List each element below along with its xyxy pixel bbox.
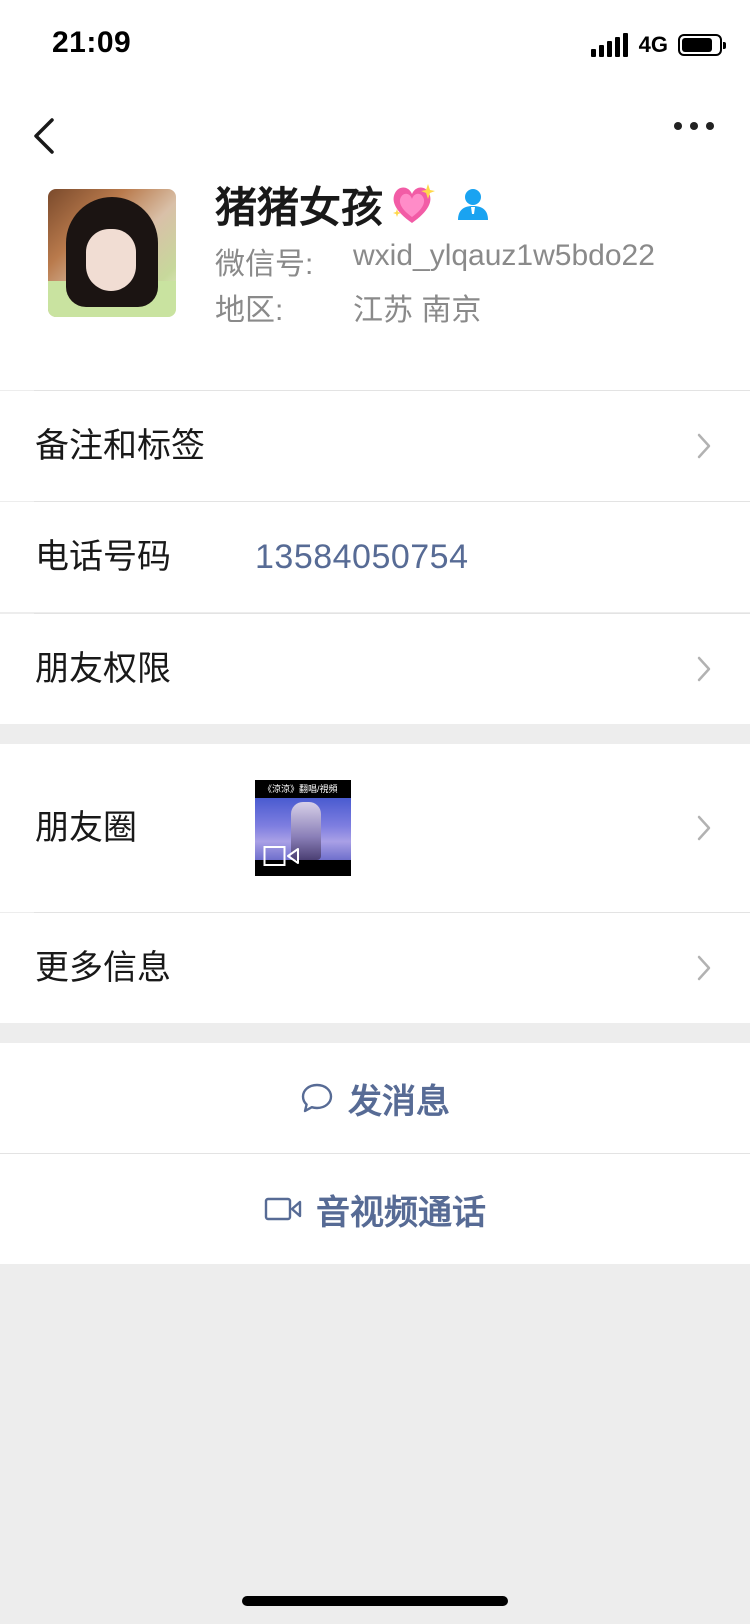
phone-value[interactable]: 13584050754 [255,502,469,612]
moments-thumbnail[interactable]: 《涼涼》翻唱/視頻 [255,780,351,876]
wechat-id-label: 微信号: [215,248,314,281]
moments-thumbnail-caption: 《涼涼》翻唱/視頻 [263,784,338,794]
region-row: 地区: 江苏 南京 [215,285,481,329]
chat-bubble-icon [301,1083,333,1113]
status-indicators: 4G [590,30,726,60]
remarks-tags-label: 备注和标签 [35,427,205,465]
av-call-label: 音视频通话 [316,1193,486,1232]
more-info-row[interactable]: 更多信息 [0,913,750,1023]
remarks-tags-row[interactable]: 备注和标签 [0,391,750,501]
moments-label: 朋友圈 [35,809,137,847]
wechat-id-row: 微信号: wxid_ylqauz1w5bdo22 [215,239,655,283]
chevron-right-icon [697,433,711,459]
moments-row[interactable]: 朋友圈 《涼涼》翻唱/視頻 [0,744,750,912]
chevron-right-icon [697,955,711,981]
profile-card: 猪猪女孩 微信号: wxid_ylqauz1w5bdo22 地区: 江苏 南京 [0,88,750,390]
chevron-right-icon [697,656,711,682]
video-call-icon [264,1197,302,1221]
ellipsis-icon[interactable] [674,118,714,134]
status-time: 21:09 [52,26,132,59]
phone-row[interactable]: 电话号码 13584050754 [0,502,750,612]
contact-name: 猪猪女孩 [215,183,384,231]
send-message-label: 发消息 [348,1082,450,1121]
video-icon [263,846,299,866]
friend-permissions-label: 朋友权限 [35,650,171,688]
battery-icon [678,34,726,56]
signal-icon [590,33,631,57]
friend-permissions-row[interactable]: 朋友权限 [0,614,750,724]
wechat-id-value: wxid_ylqauz1w5bdo22 [353,239,655,272]
name-row: 猪猪女孩 [215,178,489,231]
phone-label: 电话号码 [35,538,171,576]
region-value: 江苏 南京 [353,294,482,327]
send-message-button[interactable]: 发消息 [0,1043,750,1153]
contact-profile-screen: 21:09 4G 猪猪女孩 微信号: wxid_ylqauz1w5bdo22 地… [0,0,750,1624]
status-bar: 21:09 4G [0,0,750,88]
region-label: 地区: [215,294,284,327]
avatar[interactable] [48,189,176,317]
home-indicator[interactable] [242,1596,508,1606]
sparkling-heart-icon [393,184,436,223]
person-icon [458,189,489,220]
more-info-label: 更多信息 [35,949,171,987]
chevron-right-icon [697,815,711,841]
chevron-left-icon[interactable] [30,114,60,158]
av-call-button[interactable]: 音视频通话 [0,1154,750,1264]
network-type: 4G [638,32,668,57]
